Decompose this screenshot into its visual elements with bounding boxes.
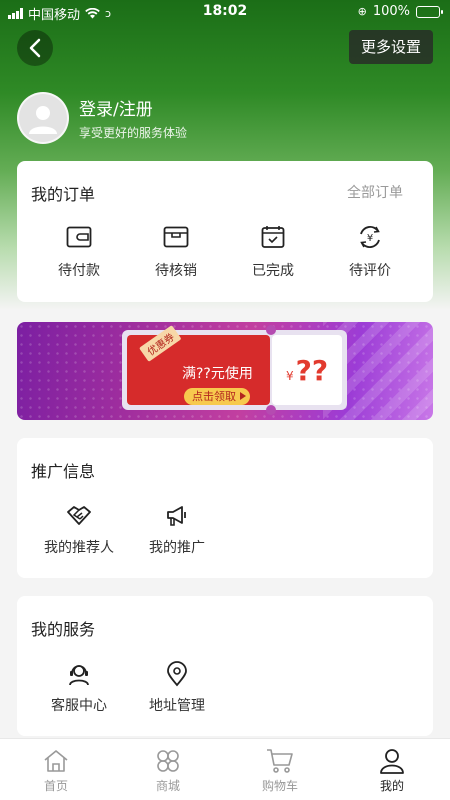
coupon-banner[interactable]: 优惠券 满??元使用 点击领取 ¥??: [17, 322, 433, 420]
coupon-amount-panel: ¥??: [272, 335, 342, 405]
promo-item-label: 我的推广: [149, 540, 205, 556]
battery-icon: [416, 5, 443, 18]
headset-icon: [69, 665, 89, 686]
promotion-title: 推广信息: [31, 462, 96, 481]
tab-label: 购物车: [261, 779, 298, 793]
battery-percent: 100%: [372, 4, 410, 19]
tab-cart[interactable]: 购物车: [224, 748, 336, 794]
box-icon: [163, 226, 189, 248]
orders-title: 我的订单: [31, 185, 96, 204]
chevron-left-icon: [29, 38, 41, 58]
login-subtitle: 享受更好的服务体验: [79, 126, 188, 140]
customer-service-center[interactable]: 客服中心: [29, 661, 129, 715]
my-promotion[interactable]: 我的推广: [127, 503, 227, 557]
coupon-amount: ??: [295, 353, 329, 387]
tab-mine[interactable]: 我的: [336, 748, 448, 794]
default-avatar-icon: [29, 106, 57, 134]
tab-home[interactable]: 首页: [0, 748, 112, 794]
order-pending-verify[interactable]: 待核销: [136, 223, 216, 280]
coupon-left-panel: 优惠券 满??元使用 点击领取: [127, 325, 270, 405]
svg-text:¥: ¥: [367, 233, 373, 244]
back-button[interactable]: [17, 30, 53, 66]
promo-item-label: 我的推荐人: [44, 540, 114, 556]
coupon-condition: 满??元使用: [182, 366, 253, 382]
status-bar: 中国移动 ↄ 18:02 ⊕ 100%: [0, 0, 450, 24]
order-pending-payment[interactable]: 待付款: [39, 223, 119, 280]
home-icon: [44, 750, 68, 772]
calendar-check-icon: [261, 226, 285, 248]
address-management[interactable]: 地址管理: [127, 661, 227, 715]
order-pending-review[interactable]: ¥ 待评价: [330, 223, 410, 280]
login-register-link[interactable]: 登录/注册: [79, 95, 153, 120]
wallet-icon: [66, 226, 92, 248]
coupon-ticket: 优惠券 满??元使用 点击领取 ¥??: [122, 325, 347, 415]
promotion-card: 推广信息 我的推荐人 我的推广: [17, 438, 433, 578]
service-title: 我的服务: [31, 620, 96, 639]
tab-label: 我的: [379, 779, 404, 793]
my-referrer[interactable]: 我的推荐人: [29, 503, 129, 557]
order-item-label: 已完成: [252, 263, 294, 279]
status-right: ⊕ 100%: [357, 4, 443, 19]
service-item-label: 地址管理: [149, 698, 205, 714]
orientation-lock-icon: ⊕: [357, 5, 367, 18]
location-pin-icon: [167, 661, 187, 687]
claim-coupon-button[interactable]: 点击领取: [184, 388, 250, 405]
megaphone-icon: [167, 506, 186, 526]
user-icon: [380, 749, 404, 774]
order-item-label: 待核销: [155, 263, 197, 279]
service-item-label: 客服中心: [51, 698, 107, 714]
orders-card: 我的订单 全部订单 待付款 待核销 已完成 ¥ 待评价: [17, 161, 433, 302]
coupon-tag: 优惠券: [139, 325, 182, 362]
tab-mall[interactable]: 商城: [112, 748, 224, 794]
order-item-label: 待付款: [58, 263, 100, 279]
bottom-tab-bar: 首页 商城 购物车 我的: [0, 738, 450, 800]
avatar[interactable]: [17, 92, 69, 144]
tab-label: 商城: [155, 779, 180, 793]
handshake-icon: [67, 506, 91, 525]
order-item-label: 待评价: [349, 263, 391, 279]
cart-icon: [267, 749, 293, 773]
tab-label: 首页: [43, 779, 68, 793]
yen-refresh-icon: ¥: [360, 226, 380, 248]
coupon-currency: ¥: [285, 368, 294, 383]
more-settings-button[interactable]: 更多设置: [348, 30, 433, 64]
service-card: 我的服务 客服中心 地址管理: [17, 596, 433, 736]
all-orders-link[interactable]: 全部订单: [347, 182, 403, 202]
grid-icon: [157, 750, 179, 772]
order-completed[interactable]: 已完成: [233, 223, 313, 280]
